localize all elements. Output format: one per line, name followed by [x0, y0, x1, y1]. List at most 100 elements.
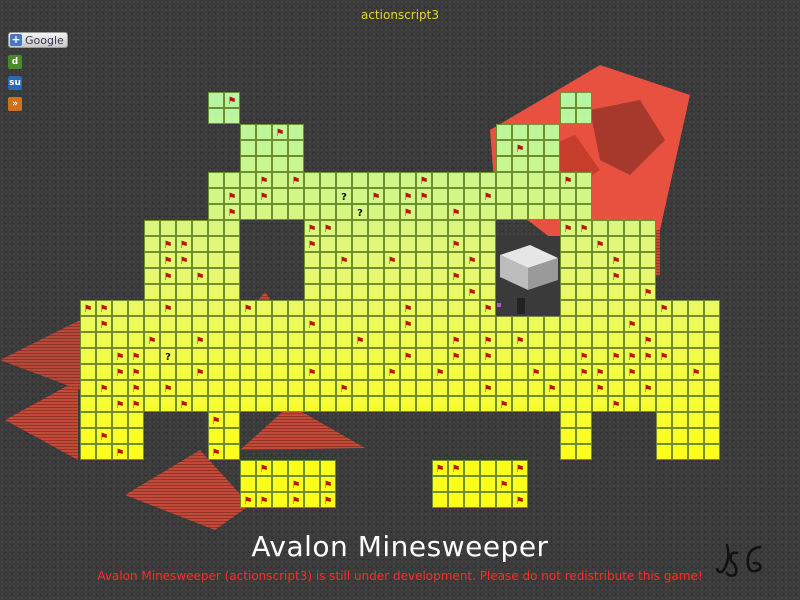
cell[interactable]: [448, 220, 464, 236]
cell[interactable]: [544, 396, 560, 412]
cell[interactable]: ⚑: [112, 364, 128, 380]
cell[interactable]: [208, 332, 224, 348]
cell[interactable]: [176, 268, 192, 284]
cell[interactable]: [560, 428, 576, 444]
cell[interactable]: [672, 348, 688, 364]
cell[interactable]: [304, 300, 320, 316]
cell[interactable]: [592, 396, 608, 412]
cell[interactable]: ⚑: [208, 412, 224, 428]
cell[interactable]: [528, 316, 544, 332]
cell[interactable]: [208, 396, 224, 412]
cell[interactable]: [416, 332, 432, 348]
cell[interactable]: [528, 124, 544, 140]
cell[interactable]: [592, 332, 608, 348]
cell[interactable]: [352, 380, 368, 396]
cell[interactable]: ⚑: [128, 364, 144, 380]
cell[interactable]: [704, 364, 720, 380]
cell[interactable]: [384, 300, 400, 316]
cell[interactable]: [144, 236, 160, 252]
cell[interactable]: [432, 316, 448, 332]
cell[interactable]: [592, 316, 608, 332]
cell[interactable]: [240, 348, 256, 364]
cell[interactable]: [448, 172, 464, 188]
cell[interactable]: [208, 300, 224, 316]
cell[interactable]: [256, 348, 272, 364]
cell[interactable]: [656, 332, 672, 348]
cell[interactable]: [192, 380, 208, 396]
cell[interactable]: [368, 172, 384, 188]
cell[interactable]: [672, 396, 688, 412]
cell[interactable]: [320, 204, 336, 220]
cell[interactable]: [256, 156, 272, 172]
cell[interactable]: [304, 396, 320, 412]
cell[interactable]: [208, 348, 224, 364]
cell[interactable]: [560, 332, 576, 348]
cell[interactable]: [112, 316, 128, 332]
cell[interactable]: [144, 380, 160, 396]
cell[interactable]: [320, 364, 336, 380]
cell[interactable]: [320, 348, 336, 364]
cell[interactable]: ?: [352, 204, 368, 220]
cell[interactable]: [240, 396, 256, 412]
cell[interactable]: [368, 220, 384, 236]
cell[interactable]: [656, 316, 672, 332]
cell[interactable]: ⚑: [624, 364, 640, 380]
cell[interactable]: [560, 348, 576, 364]
cell[interactable]: [512, 188, 528, 204]
cell[interactable]: [128, 300, 144, 316]
cell[interactable]: [576, 92, 592, 108]
cell[interactable]: [336, 364, 352, 380]
cell[interactable]: [80, 396, 96, 412]
cell[interactable]: [592, 268, 608, 284]
cell[interactable]: [608, 380, 624, 396]
cell[interactable]: [400, 220, 416, 236]
cell[interactable]: [400, 268, 416, 284]
cell[interactable]: [592, 300, 608, 316]
cell[interactable]: [576, 428, 592, 444]
cell[interactable]: ⚑: [128, 380, 144, 396]
cell[interactable]: [704, 332, 720, 348]
cell[interactable]: ⚑: [128, 396, 144, 412]
cell[interactable]: [400, 284, 416, 300]
cell[interactable]: [256, 316, 272, 332]
cell[interactable]: [288, 380, 304, 396]
cell[interactable]: [480, 172, 496, 188]
cell[interactable]: [240, 316, 256, 332]
cell[interactable]: [112, 380, 128, 396]
cell[interactable]: [224, 300, 240, 316]
cell[interactable]: [192, 236, 208, 252]
cell[interactable]: [464, 492, 480, 508]
cell[interactable]: ⚑: [160, 252, 176, 268]
cell[interactable]: [480, 460, 496, 476]
cell[interactable]: ⚑: [304, 220, 320, 236]
cell[interactable]: [592, 252, 608, 268]
cell[interactable]: ⚑: [400, 300, 416, 316]
cell[interactable]: [224, 412, 240, 428]
cell[interactable]: [448, 492, 464, 508]
cell[interactable]: [560, 284, 576, 300]
cell[interactable]: [432, 348, 448, 364]
cell[interactable]: [96, 364, 112, 380]
cell[interactable]: [256, 396, 272, 412]
cell[interactable]: ⚑: [256, 188, 272, 204]
cell[interactable]: [240, 124, 256, 140]
cell[interactable]: [464, 332, 480, 348]
cell[interactable]: ⚑: [176, 252, 192, 268]
cell[interactable]: ⚑: [448, 236, 464, 252]
cell[interactable]: [80, 364, 96, 380]
cell[interactable]: [416, 364, 432, 380]
cell[interactable]: [224, 316, 240, 332]
cell[interactable]: [144, 364, 160, 380]
cell[interactable]: [496, 348, 512, 364]
cell[interactable]: [464, 316, 480, 332]
cell[interactable]: [256, 364, 272, 380]
cell[interactable]: [480, 364, 496, 380]
cell[interactable]: [272, 300, 288, 316]
cell[interactable]: [512, 204, 528, 220]
cell[interactable]: [272, 188, 288, 204]
cell[interactable]: [320, 172, 336, 188]
cell[interactable]: [144, 284, 160, 300]
cell[interactable]: [208, 108, 224, 124]
cell[interactable]: [688, 348, 704, 364]
cell[interactable]: [192, 348, 208, 364]
